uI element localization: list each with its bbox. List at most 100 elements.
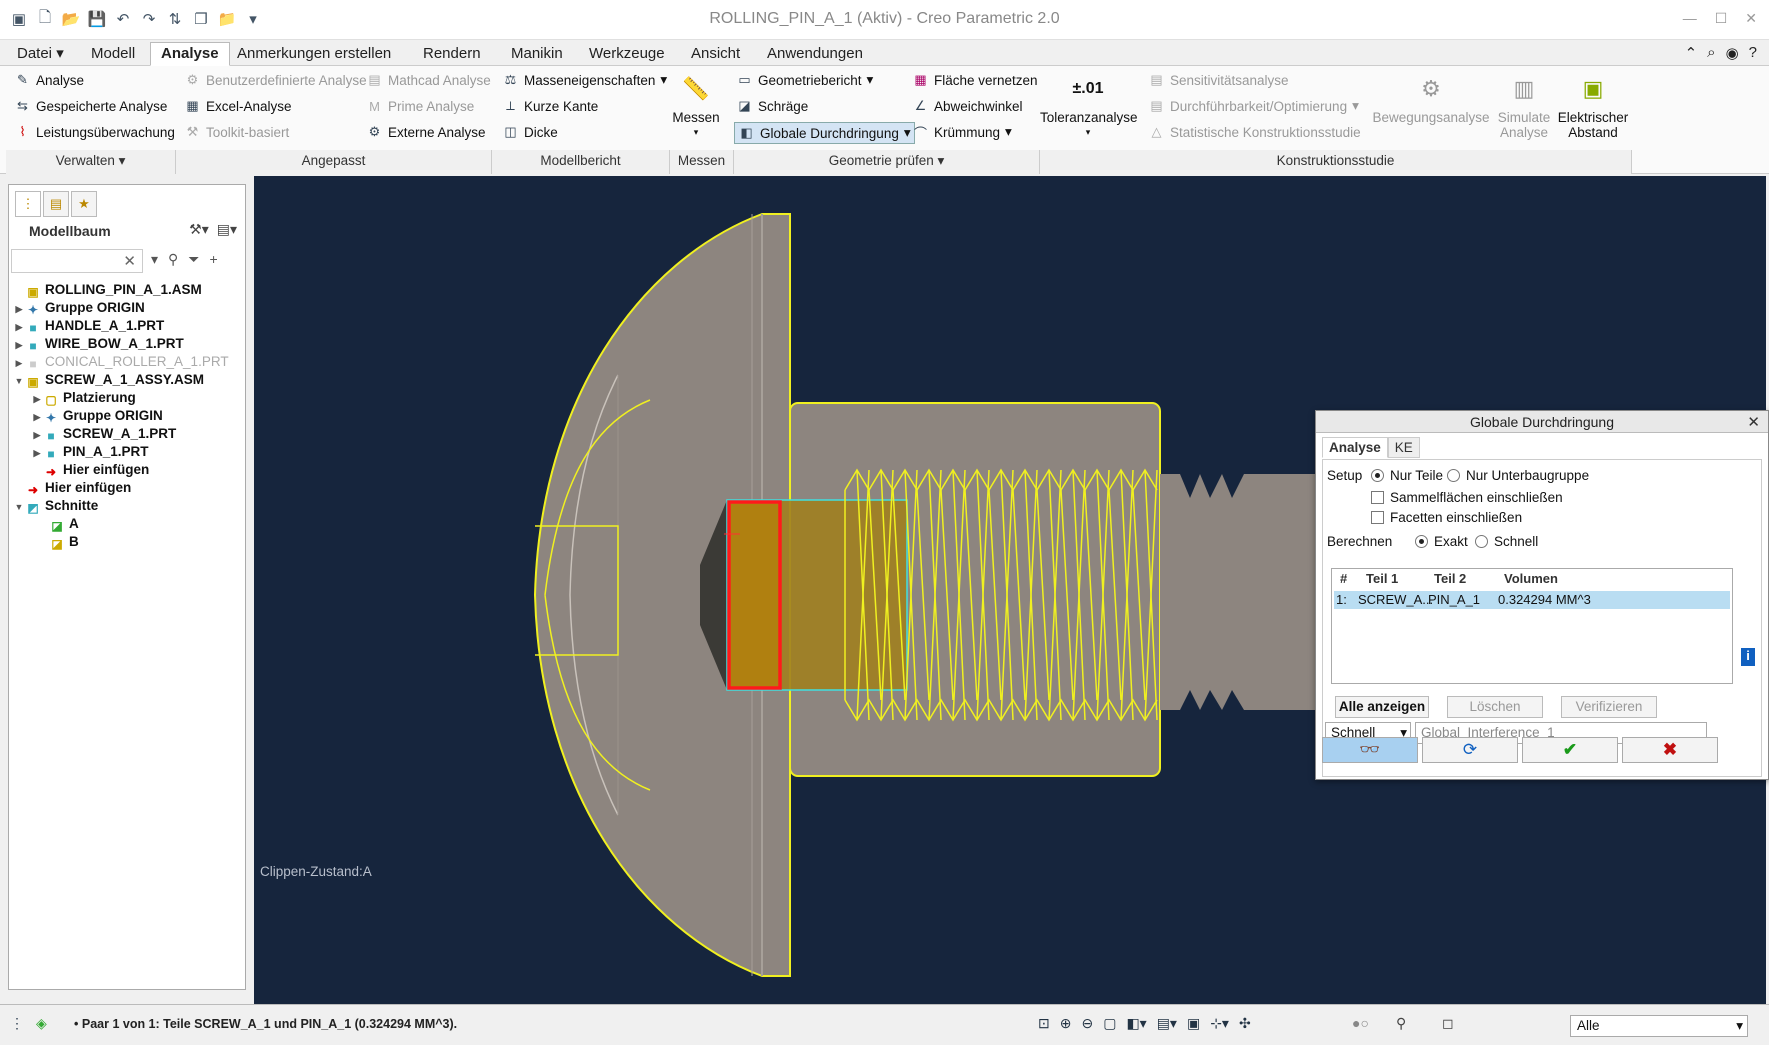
sensitivity-button[interactable]: ▤ Sensitivitätsanalyse bbox=[1148, 72, 1288, 88]
toolkit-button[interactable]: ⚒ Toolkit-basiert bbox=[184, 124, 290, 140]
checkbox-facetten[interactable]: Facetten einschließen bbox=[1371, 510, 1522, 525]
short-edge-button[interactable]: ⟂ Kurze Kante bbox=[502, 98, 598, 114]
radio-exakt[interactable]: Exakt bbox=[1415, 534, 1468, 549]
tab-datei[interactable]: Datei ▾ bbox=[6, 42, 75, 66]
preview-button[interactable]: 👓 bbox=[1322, 737, 1418, 763]
tab-manikin[interactable]: Manikin bbox=[500, 42, 574, 66]
tree-item[interactable]: ▶ ■ PIN_A_1.PRT bbox=[9, 443, 245, 461]
deviation-angle-button[interactable]: ∠ Abweichwinkel bbox=[912, 98, 1023, 114]
search-icon[interactable]: ⌕ bbox=[1707, 44, 1715, 62]
mesh-surface-button[interactable]: ▦ Fläche vernetzen bbox=[912, 72, 1037, 88]
find-icon[interactable]: ⚲ bbox=[1396, 1015, 1406, 1032]
external-analysis-button[interactable]: ⚙ Externe Analyse bbox=[366, 124, 486, 140]
tab-analyse[interactable]: Analyse bbox=[150, 42, 230, 66]
thickness-button[interactable]: ◫ Dicke bbox=[502, 124, 557, 140]
tab-rendern[interactable]: Rendern bbox=[412, 42, 492, 66]
saved-views-icon[interactable]: ▤▾ bbox=[1157, 1015, 1177, 1032]
datum-display-icon[interactable]: ⊹▾ bbox=[1210, 1015, 1229, 1032]
statistical-study-button[interactable]: △ Statistische Konstruktionsstudie bbox=[1148, 124, 1361, 140]
community-icon[interactable]: ◉ bbox=[1726, 44, 1739, 62]
delete-button[interactable]: Löschen bbox=[1447, 696, 1543, 718]
tree-item[interactable]: ▶ ■ WIRE_BOW_A_1.PRT bbox=[9, 335, 245, 353]
tree-settings-icon[interactable]: ⚒▾ bbox=[189, 221, 209, 238]
electrical-clearance-button[interactable]: ▣ Elektrischer Abstand bbox=[1556, 70, 1630, 140]
close-icon[interactable]: ✕ bbox=[1745, 10, 1757, 27]
zoom-out-icon[interactable]: ⊖ bbox=[1081, 1015, 1093, 1032]
clear-icon[interactable]: ✕ bbox=[123, 252, 136, 270]
motion-analysis-button[interactable]: ⚙ Bewegungsanalyse bbox=[1370, 70, 1492, 125]
tab-model-tree[interactable]: ⋮ bbox=[15, 191, 41, 217]
tree-item[interactable]: ▶ ■ HANDLE_A_1.PRT bbox=[9, 317, 245, 335]
tree-item[interactable]: ▶ ✦ Gruppe ORIGIN bbox=[9, 407, 245, 425]
excel-analysis-button[interactable]: ▦ Excel-Analyse bbox=[184, 98, 291, 114]
tab-favorites[interactable]: ★ bbox=[71, 191, 97, 217]
draft-button[interactable]: ◪ Schräge bbox=[736, 98, 808, 114]
tree-item[interactable]: ▼ ◩ Schnitte bbox=[9, 497, 245, 515]
tab-werkzeuge[interactable]: Werkzeuge bbox=[578, 42, 676, 66]
checkbox-sammelflaechen[interactable]: Sammelflächen einschließen bbox=[1371, 490, 1563, 505]
geometry-report-button[interactable]: ▭ Geometriebericht ▾ bbox=[736, 72, 873, 88]
help-icon[interactable]: ? bbox=[1749, 44, 1757, 62]
zoom-in-icon[interactable]: ⊕ bbox=[1060, 1015, 1072, 1032]
tree-item[interactable]: ➜ Hier einfügen bbox=[9, 479, 245, 497]
collapse-icon[interactable]: ▼ bbox=[13, 372, 25, 390]
tree-columns-icon[interactable]: ▤▾ bbox=[217, 221, 237, 238]
saved-analysis-button[interactable]: ⇆ Gespeicherte Analyse bbox=[14, 98, 167, 114]
tree-search-input[interactable]: ✕ bbox=[11, 249, 143, 273]
expand-icon[interactable]: ▶ bbox=[31, 426, 43, 444]
tab-modell[interactable]: Modell bbox=[80, 42, 146, 66]
tab-ansicht[interactable]: Ansicht bbox=[680, 42, 751, 66]
tree-item[interactable]: ▶ ■ SCREW_A_1.PRT bbox=[9, 425, 245, 443]
group-verwalten[interactable]: Verwalten ▾ bbox=[6, 150, 176, 174]
maximize-icon[interactable]: ☐ bbox=[1715, 10, 1728, 27]
curvature-button[interactable]: ⌒ Krümmung ▾ bbox=[912, 124, 1012, 141]
expand-icon[interactable]: ▶ bbox=[13, 354, 25, 372]
display-style-icon[interactable]: ◧▾ bbox=[1126, 1015, 1146, 1032]
tree-item[interactable]: ▶ ✦ Gruppe ORIGIN bbox=[9, 299, 245, 317]
spin-center-icon[interactable]: ✣ bbox=[1239, 1015, 1251, 1032]
selection-icon[interactable]: ◻ bbox=[1442, 1015, 1454, 1032]
radio-nur-teile[interactable]: Nur Teile bbox=[1371, 468, 1443, 483]
tree-item[interactable]: ➜ Hier einfügen bbox=[9, 461, 245, 479]
expand-icon[interactable]: ▶ bbox=[13, 318, 25, 336]
global-interference-button[interactable]: ◧ Globale Durchdringung ▾ bbox=[734, 122, 915, 144]
tree-item[interactable]: ▣ ROLLING_PIN_A_1.ASM bbox=[9, 281, 245, 299]
mathcad-button[interactable]: ▤ Mathcad Analyse bbox=[366, 72, 490, 88]
expand-icon[interactable]: ▶ bbox=[31, 408, 43, 426]
radio-nur-unterbaugruppe[interactable]: Nur Unterbaugruppe bbox=[1447, 468, 1589, 483]
expand-icon[interactable]: ▶ bbox=[13, 336, 25, 354]
group-geometrie[interactable]: Geometrie prüfen ▾ bbox=[734, 150, 1040, 174]
show-all-button[interactable]: Alle anzeigen bbox=[1335, 696, 1429, 718]
tree-item[interactable]: ▶ ▢ Platzierung bbox=[9, 389, 245, 407]
tree-item[interactable]: ◪ A bbox=[9, 515, 245, 533]
browser-toggle-icon[interactable]: ◈ bbox=[36, 1015, 47, 1032]
tab-anwendungen[interactable]: Anwendungen bbox=[756, 42, 874, 66]
expand-icon[interactable]: ▶ bbox=[31, 390, 43, 408]
tab-folder-browser[interactable]: ▤ bbox=[43, 191, 69, 217]
tab-analyse[interactable]: Analyse bbox=[1322, 437, 1388, 458]
analyse-button[interactable]: ✎ Analyse bbox=[14, 72, 84, 88]
tree-toggle-icon[interactable]: ⋮ bbox=[10, 1015, 24, 1032]
close-icon[interactable]: ✕ bbox=[1747, 413, 1760, 431]
cancel-button[interactable]: ✖ bbox=[1622, 737, 1718, 763]
refit-icon[interactable]: ⊡ bbox=[1038, 1015, 1050, 1032]
expand-icon[interactable]: ▶ bbox=[31, 444, 43, 462]
mass-properties-button[interactable]: ⚖ Masseneigenschaften ▾ bbox=[502, 72, 667, 88]
repeat-button[interactable]: ⟳ bbox=[1422, 737, 1518, 763]
tab-anmerkungen[interactable]: Anmerkungen erstellen bbox=[226, 42, 402, 66]
collapse-icon[interactable]: ▼ bbox=[13, 498, 25, 516]
tab-ke[interactable]: KE bbox=[1387, 437, 1420, 458]
tree-item[interactable]: ▶ ■ CONICAL_ROLLER_A_1.PRT bbox=[9, 353, 245, 371]
feasibility-button[interactable]: ▤ Durchführbarkeit/Optimierung ▾ bbox=[1148, 98, 1359, 114]
ok-button[interactable]: ✔ bbox=[1522, 737, 1618, 763]
verify-button[interactable]: Verifizieren bbox=[1561, 696, 1657, 718]
tolerance-analysis-button[interactable]: ±.01 Toleranzanalyse ▾ bbox=[1040, 70, 1138, 140]
toggle-icon[interactable]: ●○ bbox=[1352, 1015, 1369, 1031]
selection-filter[interactable]: Alle ▾ bbox=[1570, 1015, 1748, 1037]
info-icon[interactable]: i bbox=[1741, 648, 1755, 666]
tree-item[interactable]: ◪ B bbox=[9, 533, 245, 551]
radio-schnell[interactable]: Schnell bbox=[1475, 534, 1538, 549]
table-row[interactable]: 1: SCREW_A... PIN_A_1 0.324294 MM^3 bbox=[1334, 591, 1730, 609]
view-manager-icon[interactable]: ▣ bbox=[1187, 1015, 1200, 1032]
repaint-icon[interactable]: ▢ bbox=[1103, 1015, 1116, 1032]
